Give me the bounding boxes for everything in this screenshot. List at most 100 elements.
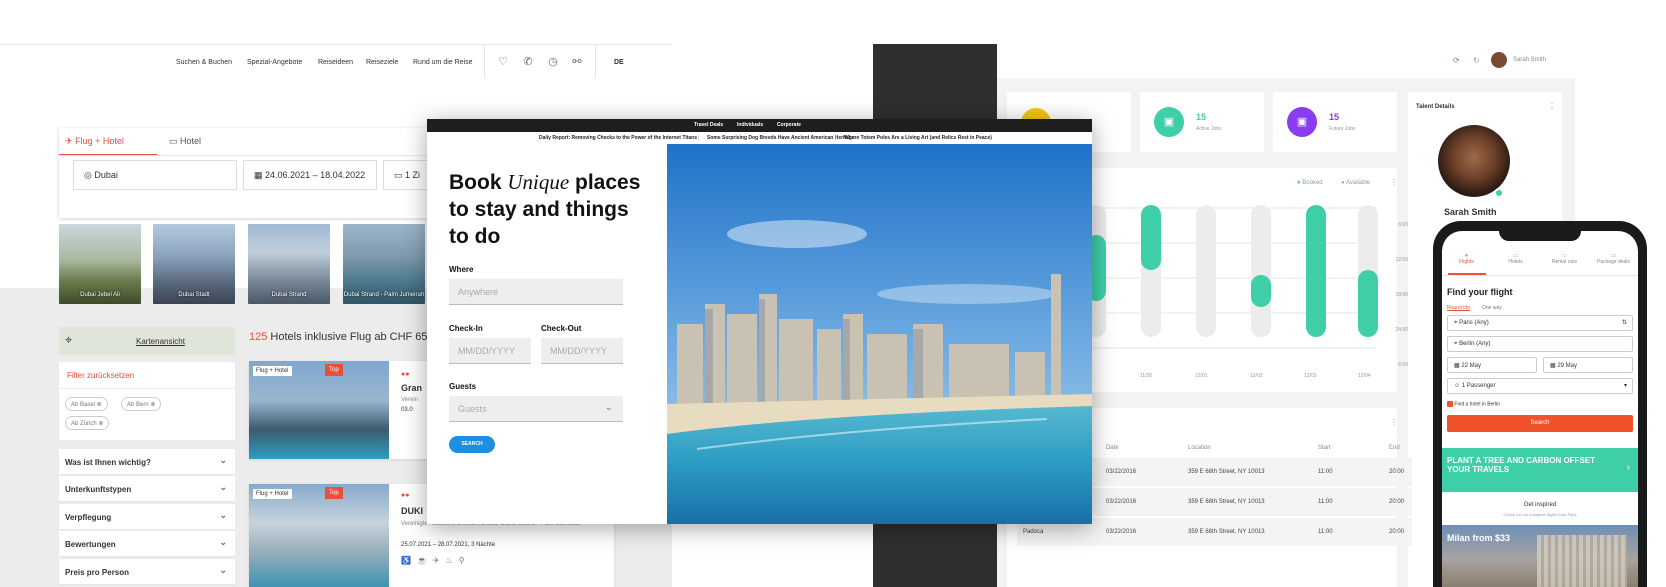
checkout-label: Check-Out <box>541 324 582 333</box>
heart-icon[interactable]: ♡ <box>496 55 510 69</box>
ticker-item[interactable]: Where Totem Poles Are a Living Art (and … <box>844 135 992 141</box>
close-icon[interactable]: ⊗ <box>97 402 102 408</box>
ticker-item[interactable]: Some Surprising Dog Breeds Have Ancient … <box>707 135 855 141</box>
nav-link-around-trip[interactable]: Rund um die Reise <box>413 59 473 66</box>
search-button[interactable]: SEARCH <box>449 436 495 453</box>
destination-field[interactable]: ◎ Dubai <box>73 160 237 190</box>
tab-hotel[interactable]: ▭ Hotel <box>169 136 201 147</box>
one-way-toggle[interactable]: One way <box>1482 305 1502 311</box>
tab-package-deals[interactable]: ▭ Package deals <box>1589 253 1638 265</box>
map-view-button[interactable]: ⌖ Kartenansicht <box>59 327 235 355</box>
avatar[interactable] <box>1491 52 1507 68</box>
inspired-subtitle: Check out our cheapest flights from Pari… <box>1503 512 1577 517</box>
booking-top-nav: Travel Deals Individuals Corporate <box>427 119 1092 132</box>
destination-tile[interactable]: Dubai Strand - Palm Jumeirah <box>343 224 425 304</box>
map-pin-icon: ⌖ <box>65 332 73 347</box>
language-switch[interactable]: DE <box>614 59 624 66</box>
chart-date-label: 12/01 <box>1195 373 1208 379</box>
online-status-icon <box>1494 188 1504 198</box>
guests-select[interactable]: Guests ⌄ <box>449 396 623 422</box>
more-icon[interactable]: ⋮ <box>1390 418 1398 427</box>
hotel-dates: 03.0 <box>401 407 413 413</box>
available-bar <box>1196 205 1216 337</box>
hotel-name: Gran <box>401 383 423 393</box>
share-icon[interactable]: ⚯ <box>570 55 584 69</box>
sync-icon[interactable]: ⟳ <box>1453 56 1460 65</box>
nav-individuals[interactable]: Individuals <box>737 122 763 128</box>
nav-link-travel-ideas[interactable]: Reiseideen <box>318 59 353 66</box>
booked-bar <box>1141 205 1161 270</box>
phone-mockup: ✈ Flights ▭ Hotels ▭ Rental cars ▭ Package d… <box>1433 221 1647 587</box>
filter-chip[interactable]: Ab Basel ⊗ <box>65 397 108 411</box>
filter-section-price[interactable]: Preis pro Person ⌄ <box>59 559 235 585</box>
checkbox[interactable] <box>1447 401 1453 407</box>
swap-icon[interactable]: ⇅ <box>1622 319 1627 326</box>
checkin-input[interactable]: MM/DD/YYYY <box>449 338 531 364</box>
bed-icon: ▭ <box>169 136 178 146</box>
refresh-icon[interactable]: ↻ <box>1473 56 1480 65</box>
stat-value: 15 <box>1196 112 1207 122</box>
tab-flights[interactable]: ✈ Flights <box>1442 253 1491 265</box>
tab-hotels[interactable]: ▭ Hotels <box>1491 253 1540 265</box>
stat-card-future-jobs: ▣ 15 Future Jobs <box>1273 92 1397 152</box>
hotel-name: DUKI <box>401 506 423 516</box>
filter-section-important[interactable]: Was ist Ihnen wichtig? ⌄ <box>59 449 235 475</box>
close-icon[interactable]: ⊗ <box>150 402 155 408</box>
guests-label: Guests <box>449 382 477 391</box>
table-header: Start <box>1318 445 1331 451</box>
legend-booked: ● Booked <box>1297 180 1323 186</box>
chevron-down-icon: ⌄ <box>219 455 227 465</box>
calendar-icon: ▦ <box>254 170 263 180</box>
carbon-offset-banner[interactable]: PLANT A TREE AND CARBON OFFSET YOUR TRAV… <box>1442 448 1638 492</box>
ticker-item[interactable]: Daily Report: Removing Checks to the Pow… <box>539 135 697 141</box>
round-trip-toggle[interactable]: Round trip <box>1447 305 1470 311</box>
talent-photo <box>1438 125 1510 197</box>
phone-search-button[interactable]: Search <box>1447 415 1633 432</box>
user-name: Sarah Smith <box>1513 57 1547 63</box>
close-icon[interactable]: ⊗ <box>98 421 103 427</box>
map-view-label: Kartenansicht <box>136 337 185 346</box>
pin-icon: ⌖ <box>1454 341 1458 347</box>
phone-icon[interactable]: ✆ <box>521 55 535 69</box>
clock-icon[interactable]: ◷ <box>546 55 560 69</box>
filter-chip[interactable]: Ab Zürich ⊗ <box>65 416 110 430</box>
date-range-field[interactable]: ▦ 24.06.2021 – 18.04.2022 <box>243 160 377 190</box>
briefcase-icon: ▣ <box>1154 107 1184 137</box>
more-icon[interactable]: ⋮ <box>1390 178 1398 187</box>
checkout-input[interactable]: MM/DD/YYYY <box>541 338 623 364</box>
departure-date-field[interactable]: ▦ 22 May <box>1447 357 1537 373</box>
tab-rental-cars[interactable]: ▭ Rental cars <box>1540 253 1589 265</box>
reset-filters-link[interactable]: Filter zurücksetzen <box>67 371 134 380</box>
destination-tile[interactable]: Dubai Stadt <box>153 224 235 304</box>
tab-flight-hotel[interactable]: ✈ Flug + Hotel <box>65 136 124 147</box>
nav-link-search-book[interactable]: Suchen & Buchen <box>176 59 232 66</box>
milan-promo-card[interactable]: Milan from $33 <box>1442 525 1638 587</box>
filter-section-meals[interactable]: Verpflegung ⌄ <box>59 504 235 530</box>
from-field[interactable]: ⌖ Paris (Any) ⇅ <box>1447 315 1633 331</box>
filter-section-ratings[interactable]: Bewertungen ⌄ <box>59 531 235 557</box>
destination-tile[interactable]: Dubai Jebel Ali <box>59 224 141 304</box>
where-input[interactable]: Anywhere <box>449 279 623 305</box>
stat-value: 15 <box>1329 112 1340 122</box>
to-field[interactable]: ⌖ Berlin (Any) <box>1447 336 1633 352</box>
phone-screen: ✈ Flights ▭ Hotels ▭ Rental cars ▭ Package d… <box>1442 231 1638 587</box>
chevron-down-icon: ⌄ <box>219 565 227 575</box>
more-icon[interactable]: ⋮ <box>1548 102 1556 111</box>
results-text: Hotels inklusive Flug ab CHF 65 <box>270 331 428 343</box>
nav-corporate[interactable]: Corporate <box>777 122 801 128</box>
chart-date-label: 11/30 <box>1140 373 1153 379</box>
hotel-checkbox-row[interactable]: Find a hotel in Berlin <box>1447 401 1500 407</box>
passengers-select[interactable]: ☺ 1 Passenger ▾ <box>1447 378 1633 394</box>
top-navigation: Suchen & Buchen Spezial-Angebote Reiseid… <box>0 44 672 79</box>
nav-link-special-offers[interactable]: Spezial-Angebote <box>247 59 302 66</box>
dubai-beach-image <box>667 144 1092 524</box>
nav-link-destinations[interactable]: Reiseziele <box>366 59 398 66</box>
caret-down-icon: ▾ <box>1623 383 1627 389</box>
destination-tile[interactable]: Dubai Strand <box>248 224 330 304</box>
return-date-field[interactable]: ▦ 29 May <box>1543 357 1633 373</box>
filter-chip[interactable]: Ab Bern ⊗ <box>121 397 162 411</box>
nav-travel-deals[interactable]: Travel Deals <box>694 122 723 128</box>
chart-grid <box>1092 207 1376 349</box>
filter-section-accommodation[interactable]: Unterkunftstypen ⌄ <box>59 476 235 502</box>
where-label: Where <box>449 265 474 274</box>
